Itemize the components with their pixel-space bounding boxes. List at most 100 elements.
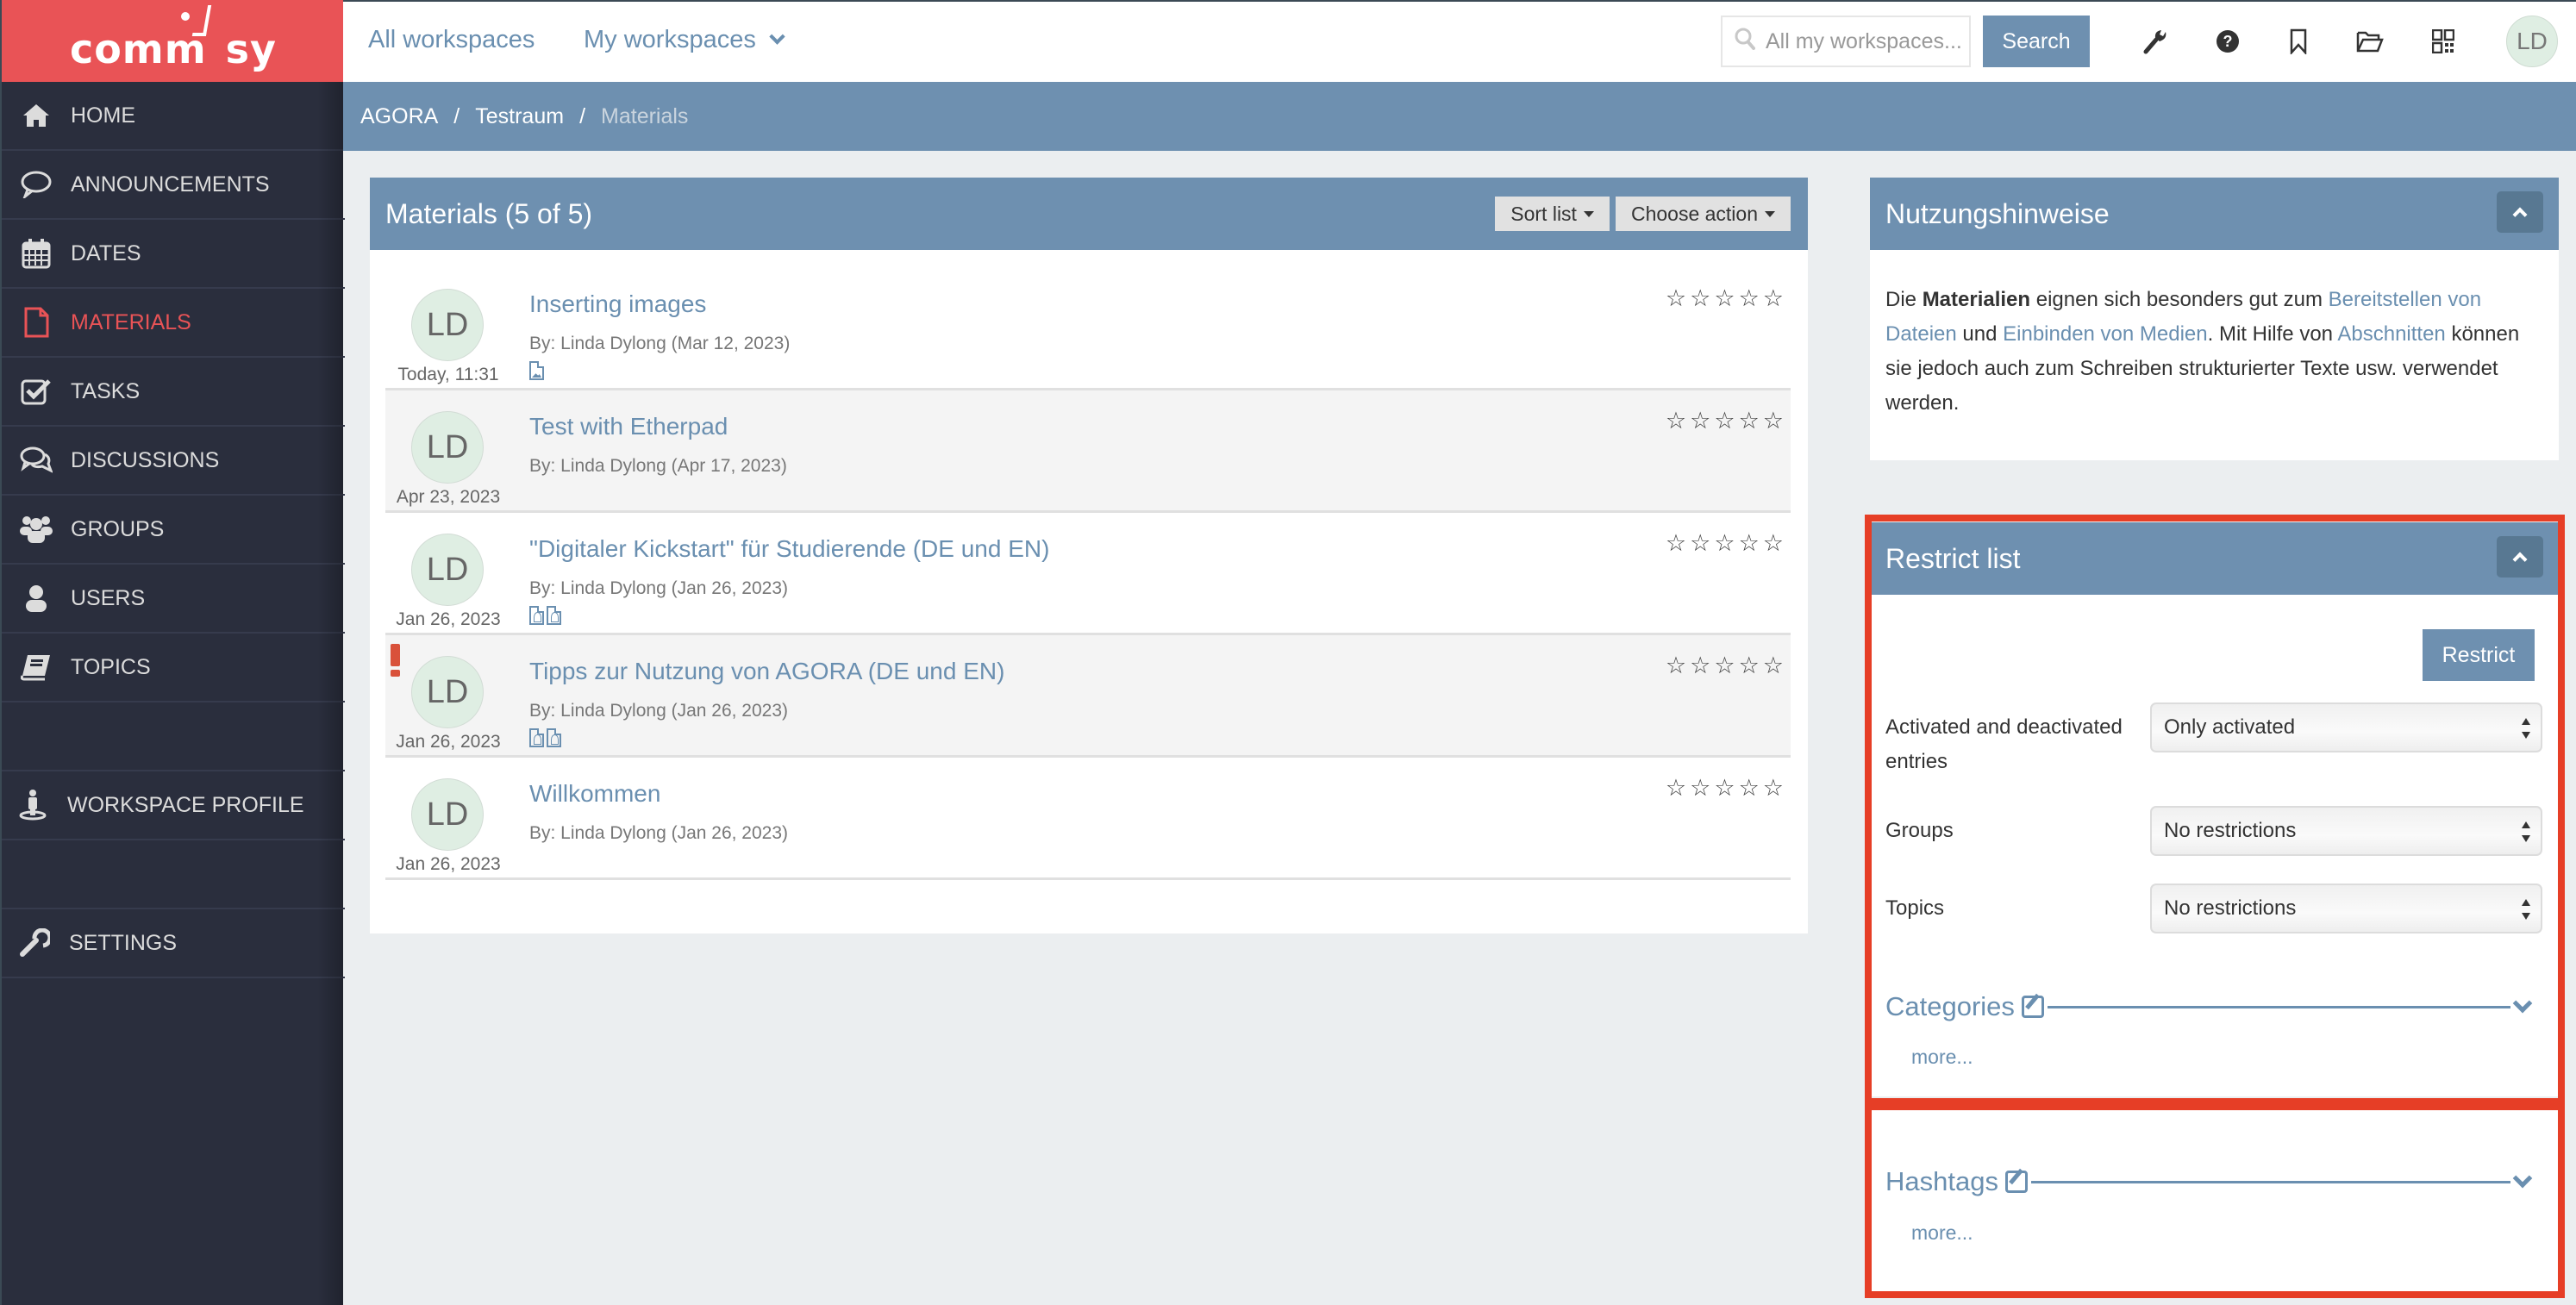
breadcrumb-item-agora[interactable]: AGORA bbox=[360, 104, 438, 129]
avatar: LD bbox=[411, 289, 484, 361]
item-attachments bbox=[529, 606, 561, 625]
star-icon[interactable]: ☆ bbox=[1714, 287, 1735, 310]
folder-open-icon[interactable] bbox=[2354, 26, 2385, 57]
item-author: By: Linda Dylong (Jan 26, 2023) bbox=[529, 701, 789, 721]
item-title-link[interactable]: Tipps zur Nutzung von AGORA (DE und EN) bbox=[529, 658, 1004, 685]
caret-down-icon bbox=[1583, 210, 1594, 217]
sidebar-item-users[interactable]: USERS bbox=[2, 565, 345, 634]
pdf-file-icon[interactable] bbox=[547, 606, 561, 625]
avatar: LD bbox=[411, 778, 484, 851]
star-icon[interactable]: ☆ bbox=[1666, 409, 1686, 433]
star-icon[interactable]: ☆ bbox=[1690, 409, 1710, 433]
my-workspaces-dropdown[interactable]: My workspaces bbox=[584, 26, 785, 54]
sidebar-item-dates[interactable]: DATES bbox=[2, 220, 345, 289]
star-icon[interactable]: ☆ bbox=[1714, 532, 1735, 555]
star-icon[interactable]: ☆ bbox=[1666, 532, 1686, 555]
star-icon[interactable]: ☆ bbox=[1666, 287, 1686, 310]
star-icon[interactable]: ☆ bbox=[1739, 654, 1760, 677]
sidebar-item-topics[interactable]: TOPICS bbox=[2, 634, 345, 702]
item-date: Jan 26, 2023 bbox=[396, 732, 501, 752]
item-title-link[interactable]: Inserting images bbox=[529, 290, 706, 318]
item-date: Apr 23, 2023 bbox=[396, 487, 501, 507]
star-icon[interactable]: ☆ bbox=[1763, 287, 1784, 310]
star-icon[interactable]: ☆ bbox=[1714, 777, 1735, 800]
star-icon[interactable]: ☆ bbox=[1690, 532, 1710, 555]
breadcrumb: AGORA / Testraum / Materials bbox=[343, 82, 2576, 151]
pdf-file-icon[interactable] bbox=[547, 728, 561, 747]
star-icon[interactable]: ☆ bbox=[1739, 409, 1760, 433]
caret-down-icon bbox=[1765, 210, 1775, 217]
sidebar-item-settings[interactable]: SETTINGS bbox=[2, 909, 345, 978]
file-icon bbox=[17, 305, 55, 340]
user-icon bbox=[17, 581, 55, 615]
calendar-icon bbox=[17, 236, 55, 271]
item-title-link[interactable]: Willkommen bbox=[529, 780, 660, 808]
star-icon[interactable]: ☆ bbox=[1739, 287, 1760, 310]
star-icon[interactable]: ☆ bbox=[1690, 654, 1710, 677]
hint-text-segment: . Mit Hilfe von bbox=[2207, 322, 2338, 346]
breadcrumb-item-testraum[interactable]: Testraum bbox=[475, 104, 564, 129]
all-workspaces-link[interactable]: All workspaces bbox=[368, 26, 535, 54]
top-bar: All workspaces My workspaces Search ? LD bbox=[343, 0, 2576, 82]
usage-hints-text: Die Materialien eignen sich besonders gu… bbox=[1870, 250, 2559, 455]
materials-title: Materials (5 of 5) bbox=[385, 197, 593, 229]
bookmark-icon[interactable] bbox=[2283, 26, 2314, 57]
star-icon[interactable]: ☆ bbox=[1714, 654, 1735, 677]
rating-stars: ☆ ☆ ☆ ☆ ☆ bbox=[1666, 532, 1784, 555]
sidebar-item-discussions[interactable]: DISCUSSIONS bbox=[2, 427, 345, 496]
pdf-file-icon[interactable] bbox=[529, 728, 544, 747]
sidebar-item-label: SETTINGS bbox=[69, 930, 178, 955]
link-einbinden-von-medien[interactable]: Einbinden von Medien bbox=[2003, 322, 2208, 346]
pdf-file-icon[interactable] bbox=[529, 606, 544, 625]
avatar: LD bbox=[411, 534, 484, 606]
star-icon[interactable]: ☆ bbox=[1666, 654, 1686, 677]
sidebar-item-home[interactable]: HOME bbox=[2, 82, 345, 151]
star-icon[interactable]: ☆ bbox=[1739, 777, 1760, 800]
star-icon[interactable]: ☆ bbox=[1690, 777, 1710, 800]
sidebar-item-announcements[interactable]: ANNOUNCEMENTS bbox=[2, 151, 345, 220]
choose-action-button[interactable]: Choose action bbox=[1615, 197, 1791, 231]
item-title-link[interactable]: Test with Etherpad bbox=[529, 413, 728, 440]
star-icon[interactable]: ☆ bbox=[1763, 409, 1784, 433]
list-item: LD Apr 23, 2023 Test with Etherpad By: L… bbox=[385, 390, 1791, 513]
user-avatar[interactable]: LD bbox=[2506, 16, 2558, 67]
help-icon[interactable]: ? bbox=[2212, 26, 2243, 57]
sort-list-button[interactable]: Sort list bbox=[1495, 197, 1610, 231]
star-icon[interactable]: ☆ bbox=[1763, 654, 1784, 677]
item-author: By: Linda Dylong (Apr 17, 2023) bbox=[529, 456, 787, 476]
image-file-icon[interactable] bbox=[529, 361, 544, 380]
star-icon[interactable]: ☆ bbox=[1763, 777, 1784, 800]
item-date: Today, 11:31 bbox=[397, 365, 499, 384]
sidebar-item-workspace-profile[interactable]: WORKSPACE PROFILE bbox=[2, 771, 345, 840]
star-icon[interactable]: ☆ bbox=[1690, 287, 1710, 310]
link-abschnitten[interactable]: Abschnitten bbox=[2337, 322, 2445, 346]
wrench-icon[interactable] bbox=[2140, 26, 2171, 57]
checkbox-icon bbox=[17, 374, 55, 409]
sort-list-label: Sort list bbox=[1510, 202, 1577, 225]
star-icon[interactable]: ☆ bbox=[1666, 777, 1686, 800]
chevron-up-icon bbox=[2512, 207, 2528, 222]
star-icon[interactable]: ☆ bbox=[1763, 532, 1784, 555]
item-title-link[interactable]: "Digitaler Kickstart" für Studierende (D… bbox=[529, 535, 1049, 563]
rating-stars: ☆ ☆ ☆ ☆ ☆ bbox=[1666, 777, 1784, 800]
rating-stars: ☆ ☆ ☆ ☆ ☆ bbox=[1666, 287, 1784, 310]
sidebar-item-label: WORKSPACE PROFILE bbox=[67, 792, 304, 817]
sidebar-spacer bbox=[2, 840, 345, 909]
collapse-button[interactable] bbox=[2497, 191, 2543, 233]
rating-stars: ☆ ☆ ☆ ☆ ☆ bbox=[1666, 409, 1784, 433]
list-item: LD Jan 26, 2023 "Digitaler Kickstart" fü… bbox=[385, 513, 1791, 635]
qr-code-icon[interactable] bbox=[2428, 26, 2459, 57]
search-field[interactable] bbox=[1721, 16, 1971, 67]
materials-list: LD Today, 11:31 Inserting images By: Lin… bbox=[385, 268, 1791, 880]
star-icon[interactable]: ☆ bbox=[1739, 532, 1760, 555]
search-icon bbox=[1735, 28, 1755, 56]
commsy-logo[interactable]: comm sy bbox=[2, 0, 345, 82]
sidebar-item-materials[interactable]: MATERIALS bbox=[2, 289, 345, 358]
search-button[interactable]: Search bbox=[1983, 16, 2090, 67]
sidebar-item-tasks[interactable]: TASKS bbox=[2, 358, 345, 427]
avatar: LD bbox=[411, 656, 484, 728]
sidebar-item-groups[interactable]: GROUPS bbox=[2, 496, 345, 565]
search-input[interactable] bbox=[1766, 28, 1964, 54]
star-icon[interactable]: ☆ bbox=[1714, 409, 1735, 433]
sidebar-item-label: GROUPS bbox=[71, 516, 165, 541]
